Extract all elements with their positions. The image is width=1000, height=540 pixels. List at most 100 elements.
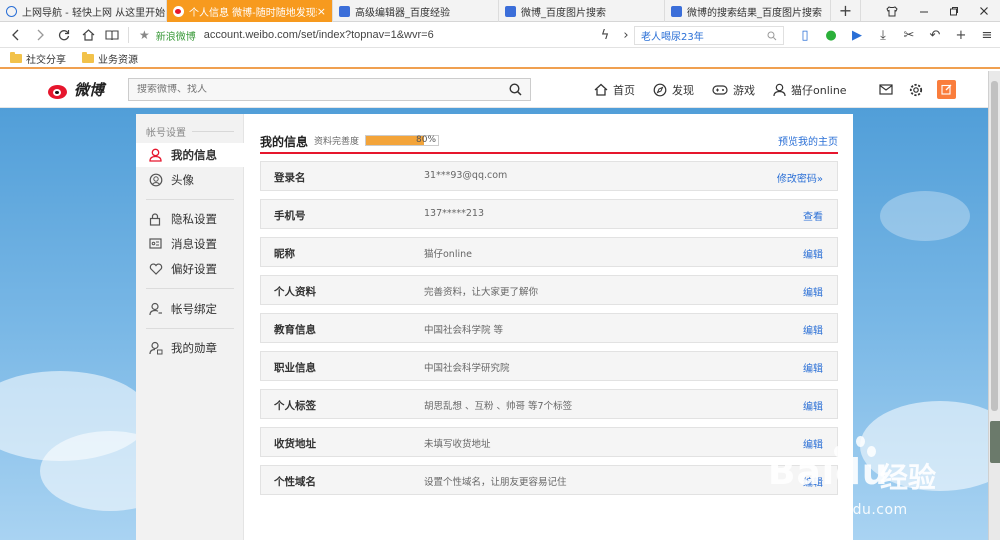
- minimize-icon[interactable]: [910, 0, 938, 22]
- sidebar-item-medals[interactable]: 我的勋章: [136, 336, 244, 360]
- scissors-icon[interactable]: ✂: [896, 23, 922, 48]
- lock-icon: [149, 212, 161, 226]
- compass-icon: [653, 83, 667, 96]
- change-password-link[interactable]: 修改密码»: [777, 170, 823, 185]
- shirt-icon[interactable]: [878, 0, 906, 22]
- bookmark-label: 业务资源: [98, 54, 138, 66]
- row-label: 个性域名: [274, 476, 316, 488]
- reader-icon[interactable]: [100, 23, 124, 48]
- weibo-search: [128, 78, 531, 101]
- tab-2[interactable]: 高级编辑器_百度经验: [333, 0, 499, 22]
- nav-home[interactable]: 首页: [594, 82, 635, 98]
- restore-icon[interactable]: [940, 0, 968, 22]
- menu-icon[interactable]: ≡: [974, 23, 1000, 48]
- gear-icon[interactable]: [907, 81, 925, 99]
- new-tab-button[interactable]: +: [831, 0, 861, 21]
- nav-discover[interactable]: 发现: [653, 82, 694, 98]
- row-label: 昵称: [274, 248, 295, 260]
- row-value: 31***93@qq.com: [424, 170, 508, 181]
- bookmark-folder-0[interactable]: 社交分享: [10, 51, 66, 66]
- phone-icon[interactable]: ▯: [792, 23, 818, 48]
- mail-icon[interactable]: [877, 81, 895, 99]
- profile-completeness: 资料完善度 80%: [314, 134, 440, 147]
- tab-0[interactable]: 上网导航 - 轻快上网 从这里开始: [0, 0, 167, 22]
- edit-link[interactable]: 编辑: [803, 284, 823, 299]
- tab-title: 上网导航 - 轻快上网 从这里开始: [22, 7, 166, 19]
- completeness-percent: 80%: [416, 135, 437, 145]
- refresh-icon[interactable]: [52, 23, 76, 48]
- sidebar-item-avatar[interactable]: 头像: [136, 168, 244, 192]
- page-background: 微博 首页 发现 游戏 猫仔online: [0, 71, 988, 540]
- url-field[interactable]: account.weibo.com/set/index?topnav=1&wvr…: [204, 29, 434, 41]
- site-tag: 新浪微博: [155, 31, 196, 43]
- row-label: 职业信息: [274, 362, 316, 374]
- edit-link[interactable]: 编辑: [803, 246, 823, 261]
- info-row-domain: 个性域名 设置个性域名，让朋友更容易记住 编辑: [260, 465, 838, 495]
- side-widget[interactable]: [990, 421, 1000, 463]
- forward-icon[interactable]: [28, 23, 52, 48]
- star-icon[interactable]: ★: [139, 28, 150, 42]
- sidebar-item-privacy[interactable]: 隐私设置: [136, 207, 244, 231]
- weibo-search-input[interactable]: [137, 84, 497, 95]
- divider: [146, 328, 234, 329]
- browser-search-input[interactable]: 老人喝尿23年: [634, 26, 784, 45]
- close-window-icon[interactable]: [970, 0, 998, 22]
- row-value: 中国社会科学研究院: [424, 363, 510, 374]
- bookmark-label: 社交分享: [26, 54, 66, 66]
- row-value: 猫仔online: [424, 249, 472, 260]
- info-row-login: 登录名 31***93@qq.com 修改密码»: [260, 161, 838, 191]
- wechat-icon[interactable]: ●: [818, 23, 844, 48]
- gamepad-icon: [712, 84, 728, 95]
- row-label: 个人资料: [274, 286, 316, 298]
- message-icon: [149, 238, 162, 249]
- sidebar-item-my-info[interactable]: 我的信息: [136, 143, 245, 167]
- tab-title: 高级编辑器_百度经验: [355, 7, 450, 19]
- edit-link[interactable]: 编辑: [803, 322, 823, 337]
- settings-panel: 帐号设置 我的信息 头像 隐私设置 消息设置 偏好设置 帐号绑定 我的勋章 我的…: [136, 114, 853, 540]
- weibo-nav-links: 首页 发现 游戏 猫仔online: [594, 71, 865, 108]
- download-icon[interactable]: ⤓: [870, 23, 896, 48]
- close-icon[interactable]: ×: [317, 5, 326, 18]
- row-value: 137*****213: [424, 208, 485, 219]
- edit-link[interactable]: 编辑: [803, 436, 823, 451]
- info-row-address: 收货地址 未填写收货地址 编辑: [260, 427, 838, 457]
- nav-label: 猫仔online: [791, 83, 847, 97]
- edit-link[interactable]: 编辑: [803, 474, 823, 489]
- tab-1[interactable]: 个人信息 微博-随时随地发现新鲜事 ×: [167, 0, 333, 22]
- info-row-profile: 个人资料 完善资料，让大家更了解你 编辑: [260, 275, 838, 305]
- sidebar-item-label: 我的信息: [171, 148, 217, 162]
- completeness-progress-bar: 80%: [365, 135, 440, 146]
- compose-icon[interactable]: [937, 80, 956, 99]
- row-label: 教育信息: [274, 324, 316, 336]
- sidebar-item-preferences[interactable]: 偏好设置: [136, 257, 244, 281]
- edit-link[interactable]: 编辑: [803, 360, 823, 375]
- logo-text: 微博: [74, 81, 105, 99]
- row-value: 未填写收货地址: [424, 439, 491, 450]
- add-icon[interactable]: +: [948, 23, 974, 48]
- video-icon[interactable]: ▶: [844, 23, 870, 48]
- tab-3[interactable]: 微博_百度图片搜索: [499, 0, 665, 22]
- page-scrollbar[interactable]: [988, 71, 1000, 540]
- home-icon[interactable]: [76, 23, 100, 48]
- nav-games[interactable]: 游戏: [712, 82, 755, 98]
- search-icon[interactable]: [767, 31, 777, 41]
- nav-label: 游戏: [733, 83, 755, 97]
- search-icon[interactable]: [509, 83, 522, 96]
- tab-4[interactable]: 微博的搜索结果_百度图片搜索: [665, 0, 831, 22]
- edit-link[interactable]: 编辑: [803, 398, 823, 413]
- lightning-icon[interactable]: ϟ: [592, 23, 618, 48]
- scrollbar-thumb[interactable]: [991, 81, 998, 411]
- divider: [146, 288, 234, 289]
- cloud-decoration: [880, 191, 970, 241]
- back-icon[interactable]: [4, 23, 28, 48]
- view-phone-link[interactable]: 查看: [803, 208, 823, 223]
- preview-homepage-link[interactable]: 预览我的主页: [778, 133, 838, 148]
- sidebar-item-account-binding[interactable]: 帐号绑定: [136, 297, 244, 321]
- sidebar-heading: 帐号设置: [146, 124, 234, 139]
- undo-icon[interactable]: ↶: [922, 23, 948, 48]
- chevron-right-icon[interactable]: ›: [618, 23, 634, 48]
- nav-user[interactable]: 猫仔online: [773, 82, 847, 98]
- sidebar-item-messages[interactable]: 消息设置: [136, 232, 244, 256]
- weibo-logo[interactable]: 微博: [47, 79, 104, 100]
- bookmark-folder-1[interactable]: 业务资源: [82, 51, 138, 66]
